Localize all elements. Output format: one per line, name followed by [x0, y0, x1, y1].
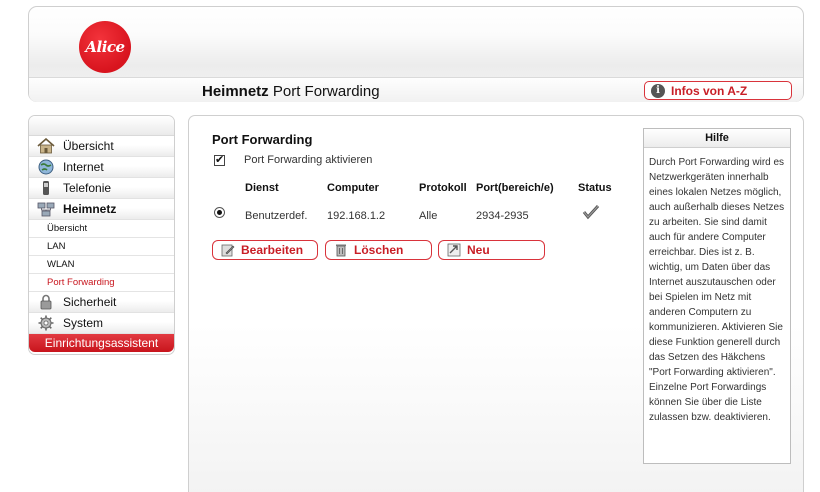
setup-wizard-label: Einrichtungsassistent	[44, 336, 159, 350]
gear-icon	[37, 315, 55, 331]
sidebar-top	[29, 116, 174, 136]
column-header-status: Status	[578, 182, 612, 194]
sidebar-item-telefonie[interactable]: Telefonie	[29, 178, 174, 199]
sidebar-subitem-label: LAN	[47, 241, 66, 252]
sidebar-item-heimnetz[interactable]: Heimnetz	[29, 199, 174, 220]
check-icon[interactable]	[582, 204, 600, 220]
sidebar: Übersicht Internet Telefonie Heimnetz Üb…	[28, 115, 175, 355]
sidebar-item-label: Heimnetz	[63, 202, 117, 216]
new-entry-icon	[447, 243, 461, 257]
column-header-computer: Computer	[327, 182, 379, 194]
new-button-label: Neu	[467, 243, 490, 257]
sidebar-item-label: Telefonie	[63, 181, 112, 195]
page-title: Heimnetz Port Forwarding	[202, 83, 380, 100]
sidebar-item-system[interactable]: System	[29, 313, 174, 334]
enable-row: Port Forwarding aktivieren	[214, 153, 373, 166]
phone-icon	[37, 180, 55, 196]
cell-protokoll: Alle	[419, 210, 438, 222]
sidebar-item-label: System	[63, 316, 104, 330]
enable-port-forwarding-checkbox[interactable]	[214, 153, 225, 166]
row-select-radio[interactable]	[214, 207, 225, 218]
help-text: Durch Port Forwarding wird es Netzwerkge…	[649, 157, 785, 423]
sidebar-subitem-label: WLAN	[47, 259, 75, 270]
setup-wizard-button[interactable]: Einrichtungsassistent	[29, 334, 174, 352]
enable-port-forwarding-label: Port Forwarding aktivieren	[244, 154, 373, 166]
sidebar-item-label: Übersicht	[63, 139, 114, 153]
sidebar-item-internet[interactable]: Internet	[29, 157, 174, 178]
column-header-port: Port(bereich/e)	[476, 182, 554, 194]
edit-icon	[221, 243, 235, 257]
sidebar-item-uebersicht[interactable]: Übersicht	[29, 136, 174, 157]
cell-dienst: Benutzerdef.	[245, 210, 308, 222]
delete-button-label: Löschen	[354, 243, 404, 257]
help-title: Hilfe	[644, 129, 790, 148]
edit-button[interactable]: Bearbeiten	[212, 240, 318, 260]
sidebar-subitem-uebersicht[interactable]: Übersicht	[29, 220, 174, 238]
globe-icon	[37, 159, 55, 175]
sidebar-subitem-wlan[interactable]: WLAN	[29, 256, 174, 274]
logo-text: Alice	[85, 38, 125, 56]
alice-logo[interactable]: Alice	[79, 21, 131, 73]
home-icon	[37, 138, 55, 154]
cell-computer: 192.168.1.2	[327, 210, 386, 222]
sidebar-item-label: Internet	[63, 160, 104, 174]
sidebar-subitem-port-forwarding[interactable]: Port Forwarding	[29, 274, 174, 292]
sidebar-subitem-label: Übersicht	[47, 223, 88, 234]
page-title-section: Heimnetz	[202, 83, 269, 100]
help-panel: Hilfe Durch Port Forwarding wird es Netz…	[643, 128, 791, 464]
sidebar-item-label: Sicherheit	[63, 295, 117, 309]
new-button[interactable]: Neu	[438, 240, 545, 260]
column-header-dienst: Dienst	[245, 182, 279, 194]
column-header-protokoll: Protokoll	[419, 182, 467, 194]
sidebar-item-sicherheit[interactable]: Sicherheit	[29, 292, 174, 313]
title-bar: Heimnetz Port Forwarding i Infos von A-Z	[29, 77, 803, 102]
sidebar-subitem-label: Port Forwarding	[47, 277, 115, 288]
infos-a-z-button[interactable]: i Infos von A-Z	[644, 81, 792, 100]
info-icon: i	[651, 83, 665, 98]
infos-a-z-label: Infos von A-Z	[671, 83, 748, 98]
trash-icon	[334, 243, 348, 257]
lock-icon	[37, 294, 55, 310]
delete-button[interactable]: Löschen	[325, 240, 432, 260]
edit-button-label: Bearbeiten	[241, 243, 304, 257]
section-title: Port Forwarding	[212, 132, 313, 147]
header: Alice Heimnetz Port Forwarding i Infos v…	[28, 6, 804, 102]
sidebar-subitem-lan[interactable]: LAN	[29, 238, 174, 256]
page-title-page: Port Forwarding	[272, 83, 380, 100]
network-icon	[37, 201, 55, 217]
cell-port: 2934-2935	[476, 210, 529, 222]
